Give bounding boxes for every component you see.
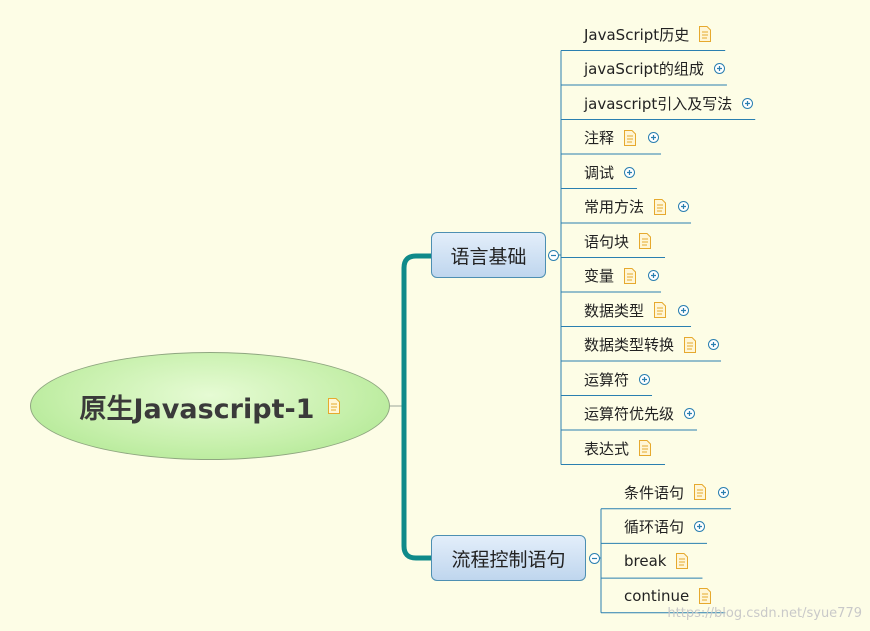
expand-icon[interactable] <box>648 270 660 281</box>
leaf-label: 运算符 <box>584 370 630 389</box>
note-icon[interactable] <box>639 233 652 249</box>
note-icon[interactable] <box>694 484 707 500</box>
note-icon[interactable] <box>699 26 712 42</box>
leaf-topic[interactable]: 表达式 <box>584 432 663 464</box>
leaf-topic[interactable]: 调试 <box>584 156 636 188</box>
leaf-topic[interactable]: 运算符优先级 <box>584 398 696 430</box>
leaf-label: 常用方法 <box>584 198 645 216</box>
expand-icon[interactable] <box>694 521 706 533</box>
leaf-topic[interactable]: 常用方法 <box>584 191 690 223</box>
leaf-label: 调试 <box>584 163 615 182</box>
leaf-topic[interactable]: javaScript的组成 <box>584 53 725 85</box>
collapse-icon[interactable] <box>548 250 559 261</box>
note-icon[interactable] <box>676 553 689 570</box>
leaf-topic[interactable]: 数据类型 <box>584 294 690 326</box>
watermark-text: https://blog.csdn.net/syue779 <box>667 606 862 621</box>
leaf-label: 注释 <box>584 129 615 147</box>
leaf-label: 语句块 <box>584 232 630 251</box>
note-icon[interactable] <box>624 129 637 146</box>
leaf-label: 循环语句 <box>624 518 685 537</box>
expand-icon[interactable] <box>648 132 660 143</box>
note-icon[interactable] <box>639 440 652 456</box>
root-title: 原生Javascript-1 <box>79 393 315 425</box>
expand-icon[interactable] <box>678 304 690 316</box>
leaf-topic[interactable]: 语句块 <box>584 225 663 257</box>
leaf-label: javaScript的组成 <box>584 60 704 78</box>
leaf-label: 数据类型转换 <box>584 336 675 354</box>
note-icon[interactable] <box>328 398 341 414</box>
leaf-label: javascript引入及写法 <box>584 94 733 113</box>
branch-label: 流程控制语句 <box>451 548 566 571</box>
leaf-label: JavaScript历史 <box>584 25 690 44</box>
note-icon[interactable] <box>624 267 637 284</box>
leaf-topic[interactable]: 数据类型转换 <box>584 329 720 361</box>
expand-icon[interactable] <box>708 339 720 350</box>
expand-icon[interactable] <box>742 97 754 109</box>
expand-icon[interactable] <box>684 408 696 419</box>
leaf-topic[interactable]: JavaScript历史 <box>584 18 723 50</box>
leaf-label: 运算符优先级 <box>584 405 675 423</box>
leaf-topic[interactable]: 注释 <box>584 122 660 154</box>
leaf-topic[interactable]: 条件语句 <box>624 476 730 508</box>
branch-label: 语言基础 <box>450 245 527 268</box>
expand-icon[interactable] <box>678 201 690 212</box>
leaf-label: 变量 <box>584 267 615 285</box>
branch-flow-control[interactable]: 流程控制语句 <box>431 535 586 581</box>
note-icon[interactable] <box>699 588 712 605</box>
note-icon[interactable] <box>654 302 667 318</box>
leaf-topic[interactable]: 变量 <box>584 260 660 292</box>
leaf-label: 数据类型 <box>584 301 645 320</box>
expand-icon[interactable] <box>713 63 725 74</box>
leaf-topic[interactable]: javascript引入及写法 <box>584 87 754 119</box>
leaf-label: 表达式 <box>584 439 630 458</box>
leaf-label: break <box>624 552 667 571</box>
leaf-label: 条件语句 <box>624 483 685 502</box>
leaf-topic[interactable]: break <box>624 545 700 577</box>
expand-icon[interactable] <box>718 486 730 498</box>
leaf-topic[interactable]: 运算符 <box>584 363 651 395</box>
branch-language-basics[interactable]: 语言基础 <box>431 232 546 278</box>
note-icon[interactable] <box>684 336 697 353</box>
expand-icon[interactable] <box>639 373 651 385</box>
leaf-topic[interactable]: 循环语句 <box>624 511 706 543</box>
root-topic[interactable]: 原生Javascript-1 <box>30 352 390 460</box>
note-icon[interactable] <box>654 198 667 215</box>
expand-icon[interactable] <box>624 166 636 178</box>
collapse-icon[interactable] <box>589 553 600 564</box>
leaf-label: continue <box>624 587 690 606</box>
